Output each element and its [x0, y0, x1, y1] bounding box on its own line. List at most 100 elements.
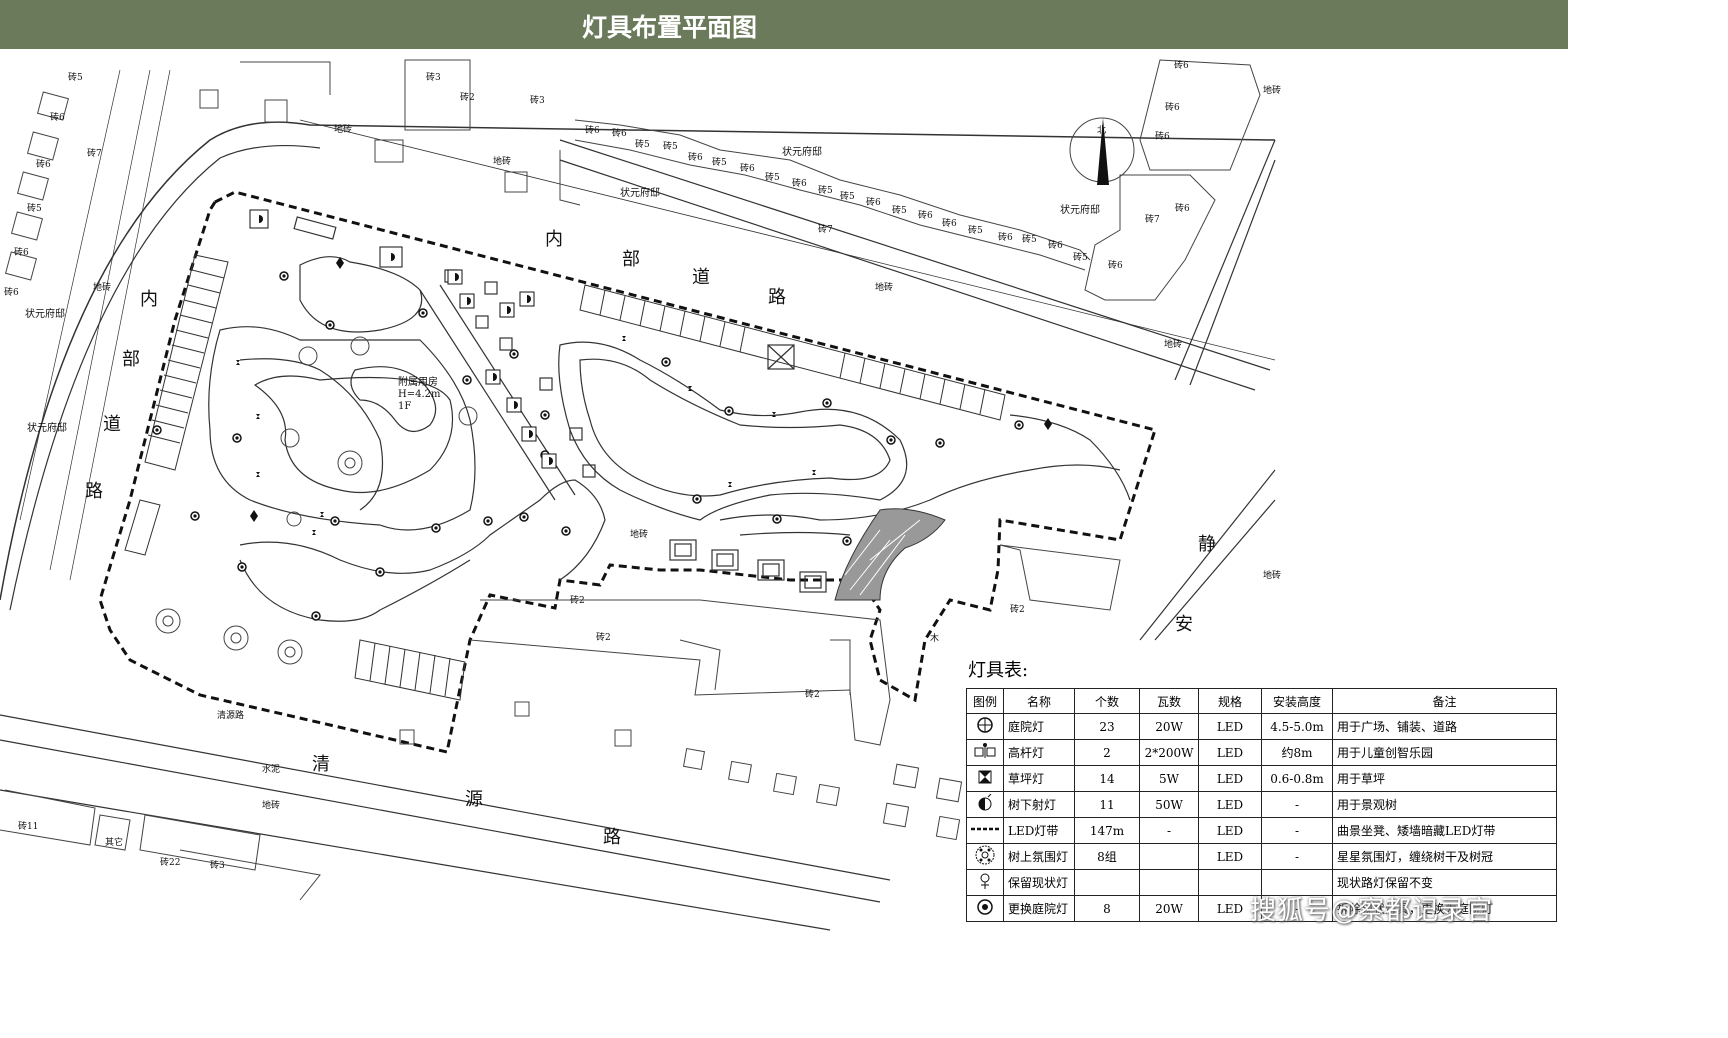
building-label: 砖5: [712, 156, 727, 168]
lamp-qty: [1074, 869, 1140, 896]
building-label: 砖5: [818, 184, 833, 196]
lamp-note: 用于草坪: [1332, 765, 1557, 792]
lamp-spec: LED: [1198, 739, 1262, 766]
lamp-qty: 23: [1074, 713, 1140, 740]
lamp-spec: LED: [1198, 817, 1262, 844]
table-header-row: 图例 名称 个数 瓦数 规格 安装高度 备注: [966, 688, 1557, 714]
road-label-char: 清: [312, 754, 330, 775]
road-label-char: 内: [140, 289, 158, 310]
building-label: 砖5: [765, 171, 780, 183]
lamp-qty: 8组: [1074, 843, 1140, 870]
building-label: 砖6: [942, 217, 957, 229]
lamp-watt: 50W: [1139, 791, 1199, 818]
surface-label: 地砖: [262, 799, 280, 811]
surface-label: 地砖: [93, 281, 111, 293]
road-label-char: 路: [603, 827, 621, 848]
lamp-height: 约8m: [1261, 739, 1333, 766]
lamp-qty: 2: [1074, 739, 1140, 766]
watermark: 搜狐号@察都记录官: [1250, 896, 1494, 926]
page-title: 灯具布置平面图: [582, 13, 758, 42]
legend-title: 灯具表:: [968, 660, 1029, 681]
lamp-qty: 8: [1074, 895, 1140, 922]
surface-label: 地砖: [630, 528, 648, 540]
building-label: 砖6: [1175, 202, 1190, 214]
high-pole-lamp-icon: [974, 743, 996, 758]
building-label: 砖5: [1022, 233, 1037, 245]
building-label: 状元府邸: [1060, 203, 1100, 216]
lamp-note: 用于广场、铺装、道路: [1332, 713, 1557, 740]
lamp-name: 树上氛围灯: [1003, 843, 1075, 870]
table-row: LED灯带 147m - LED - 曲景坐凳、矮墙暗藏LED灯带: [966, 817, 1557, 844]
lamp-qty: 11: [1074, 791, 1140, 818]
retained-lamp-icon: [980, 873, 990, 889]
road-label-char: 道: [692, 267, 710, 288]
lamp-qty: 14: [1074, 765, 1140, 792]
lamp-height: 0.6-0.8m: [1261, 765, 1333, 792]
road-label-char: 道: [103, 414, 121, 435]
lamp-watt: -: [1139, 817, 1199, 844]
building-label: 砖5: [635, 138, 650, 150]
building-label: 砖6: [1048, 239, 1063, 251]
building-label: 状元府邸: [782, 145, 822, 158]
table-row: 树上氛围灯 8组 LED - 星星氛围灯，缠绕树干及树冠: [966, 843, 1557, 870]
pavilion-height: H=4.2m: [398, 389, 441, 400]
road-label-char: 路: [768, 287, 786, 308]
table-row: 高杆灯 2 2*200W LED 约8m 用于儿童创智乐园: [966, 739, 1557, 766]
building-label: 砖5: [68, 71, 83, 83]
road-label-char: 安: [1175, 614, 1193, 635]
header-cell: 安装高度: [1261, 688, 1333, 714]
lamp-watt: [1139, 843, 1199, 870]
surface-label: 地砖: [334, 123, 352, 135]
building-label: 木: [930, 632, 939, 644]
surface-label: 地砖: [1164, 338, 1182, 350]
lamp-schedule-table: 图例 名称 个数 瓦数 规格 安装高度 备注 庭院灯 23 20W LED 4.…: [966, 688, 1557, 922]
building-label: 砖6: [688, 151, 703, 163]
building-label: 状元府邸: [27, 421, 67, 434]
lamp-spec: LED: [1198, 713, 1262, 740]
table-row: 树下射灯 11 50W LED - 用于景观树: [966, 791, 1557, 818]
lamp-height: -: [1261, 791, 1333, 818]
building-label: 砖5: [892, 204, 907, 216]
header-cell: 备注: [1332, 688, 1557, 714]
building-label: 状元府邸: [620, 186, 660, 199]
lamp-note: 星星氛围灯，缠绕树干及树冠: [1332, 843, 1557, 870]
building-label: 砖11: [18, 820, 38, 832]
lamp-watt: 20W: [1139, 895, 1199, 922]
building-label: 砖6: [612, 127, 627, 139]
lamp-name: 高杆灯: [1003, 739, 1075, 766]
lamp-watt: 20W: [1139, 713, 1199, 740]
building-label: 砖6: [1174, 59, 1189, 71]
header-cell: 规格: [1198, 688, 1262, 714]
lamp-watt: 2*200W: [1139, 739, 1199, 766]
building-label: 砖6: [1165, 101, 1180, 113]
building-label: 砖7: [1145, 213, 1160, 225]
lamp-height: 4.5-5.0m: [1261, 713, 1333, 740]
lamp-note: 曲景坐凳、矮墙暗藏LED灯带: [1332, 817, 1557, 844]
building-label: 砖5: [968, 224, 983, 236]
building-label: 砖7: [818, 223, 833, 235]
building-label: 砖3: [210, 859, 225, 871]
building-label: 砖5: [27, 202, 42, 214]
building-label: 砖5: [1073, 251, 1088, 263]
building-label: 砖22: [160, 856, 180, 868]
building-label: 砖2: [570, 594, 585, 606]
lamp-spec: LED: [1198, 843, 1262, 870]
tree-ambient-lamp-icon: [975, 845, 995, 865]
header-cell: 个数: [1074, 688, 1140, 714]
lamp-name: 保留现状灯: [1003, 869, 1075, 896]
lamp-height: -: [1261, 843, 1333, 870]
led-strip-icon: [971, 827, 999, 831]
road-label-char: 部: [122, 349, 140, 370]
lamp-name: 庭院灯: [1003, 713, 1075, 740]
building-label: 砖7: [87, 147, 102, 159]
building-label: 砖6: [14, 246, 29, 258]
building-label: 砖3: [426, 71, 441, 83]
building-label: 砖6: [918, 209, 933, 221]
surface-label: 地砖: [493, 155, 511, 167]
lamp-name: 草坪灯: [1003, 765, 1075, 792]
building-label: 砖3: [530, 94, 545, 106]
surface-label: 地砖: [1263, 84, 1281, 96]
building-label: 砖6: [1108, 259, 1123, 271]
building-label: 砖6: [792, 177, 807, 189]
building-label: 砖6: [585, 124, 600, 136]
